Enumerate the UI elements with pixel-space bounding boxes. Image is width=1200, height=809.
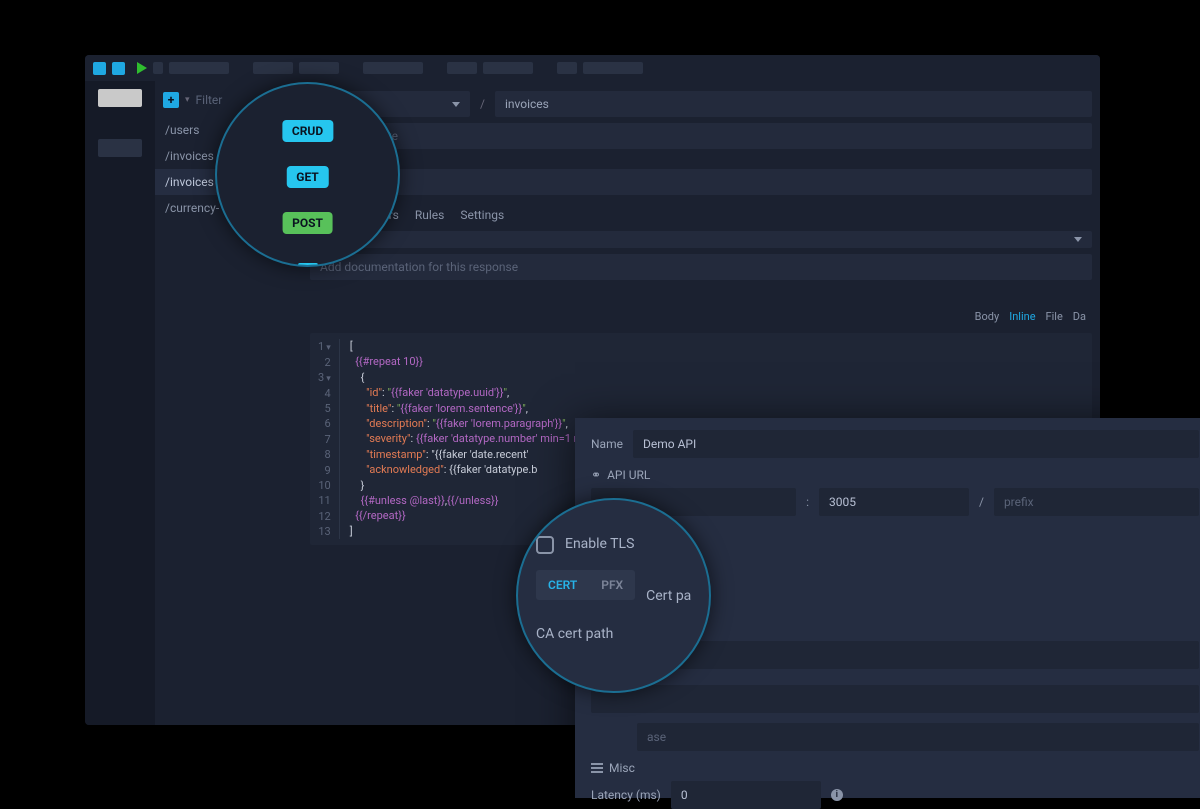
window-control[interactable] bbox=[93, 62, 106, 75]
port-input[interactable] bbox=[819, 488, 969, 516]
rail-item[interactable] bbox=[98, 89, 142, 107]
add-route-button[interactable]: + bbox=[163, 92, 179, 108]
menu-icon bbox=[591, 763, 603, 773]
left-rail bbox=[85, 81, 155, 725]
body-source-tabs: Body Inline File Da bbox=[310, 306, 1092, 327]
latency-input[interactable] bbox=[671, 781, 821, 809]
toolbar-placeholder bbox=[447, 62, 477, 74]
body-tab-file[interactable]: File bbox=[1046, 310, 1063, 323]
info-icon[interactable]: i bbox=[831, 789, 843, 801]
tab-rules[interactable]: Rules bbox=[415, 208, 444, 222]
method-badge-get-peek bbox=[298, 263, 318, 267]
ca-cert-label: CA cert path bbox=[536, 626, 699, 642]
settings-name-label: Name bbox=[591, 437, 623, 451]
chevron-down-icon bbox=[452, 102, 460, 107]
slash-separator: / bbox=[979, 495, 984, 509]
toolbar-placeholder bbox=[299, 62, 339, 74]
body-tab-body[interactable]: Body bbox=[975, 310, 1000, 323]
chevron-down-icon bbox=[1074, 237, 1082, 242]
toolbar-placeholder bbox=[363, 62, 423, 74]
window-control[interactable] bbox=[112, 62, 125, 75]
play-icon[interactable] bbox=[137, 62, 147, 74]
zoom-tls-circle: Enable TLS CERT PFX Cert pa CA cert path bbox=[516, 498, 711, 693]
colon-separator: : bbox=[806, 495, 809, 509]
prefix-input[interactable] bbox=[994, 488, 1199, 516]
toolbar-placeholder bbox=[253, 62, 293, 74]
path-input[interactable] bbox=[495, 91, 1092, 117]
cert-type-segment[interactable]: CERT PFX bbox=[536, 570, 635, 600]
cert-path-label: Cert pa bbox=[646, 588, 691, 604]
path-slash: / bbox=[476, 91, 489, 117]
body-tab-databucket[interactable]: Da bbox=[1073, 310, 1086, 323]
method-badge-crud: CRUD bbox=[282, 120, 333, 142]
method-badge-get: GET bbox=[286, 166, 328, 188]
settings-name-input[interactable] bbox=[633, 430, 1199, 458]
latency-label: Latency (ms) bbox=[591, 788, 661, 802]
response-select[interactable] bbox=[310, 231, 1092, 248]
zoom-methods-circle: CRUD GET POST bbox=[215, 82, 400, 267]
tab-settings[interactable]: Settings bbox=[460, 208, 504, 222]
editor-gutter: 1▾23▾45678910111213 bbox=[310, 339, 340, 539]
toolbar-placeholder bbox=[169, 62, 229, 74]
toolbar-placeholder bbox=[583, 62, 643, 74]
titlebar bbox=[85, 55, 1100, 81]
body-tab-inline[interactable]: Inline bbox=[1009, 310, 1035, 323]
cert-tab[interactable]: CERT bbox=[536, 570, 589, 600]
enable-tls-label: Enable TLS bbox=[565, 536, 634, 552]
response-tabs: + Headers Rules Settings bbox=[310, 201, 1092, 225]
method-badge-post: POST bbox=[282, 212, 333, 234]
plug-icon: ⚭ bbox=[591, 468, 601, 482]
status-code-select[interactable]: 00) bbox=[310, 169, 1092, 195]
toolbar-placeholder bbox=[153, 62, 163, 74]
passphrase-input[interactable] bbox=[637, 723, 1199, 751]
toolbar-placeholder bbox=[557, 62, 577, 74]
response-doc-input[interactable] bbox=[310, 254, 1092, 280]
misc-heading: Misc bbox=[591, 761, 1199, 775]
ca-cert-input[interactable] bbox=[591, 685, 1199, 713]
api-url-heading: ⚭ API URL bbox=[591, 468, 1199, 482]
enable-tls-checkbox[interactable] bbox=[536, 536, 554, 554]
toolbar-placeholder bbox=[483, 62, 533, 74]
pfx-tab[interactable]: PFX bbox=[589, 570, 635, 600]
rail-item[interactable] bbox=[98, 139, 142, 157]
route-doc-input[interactable] bbox=[310, 123, 1092, 149]
